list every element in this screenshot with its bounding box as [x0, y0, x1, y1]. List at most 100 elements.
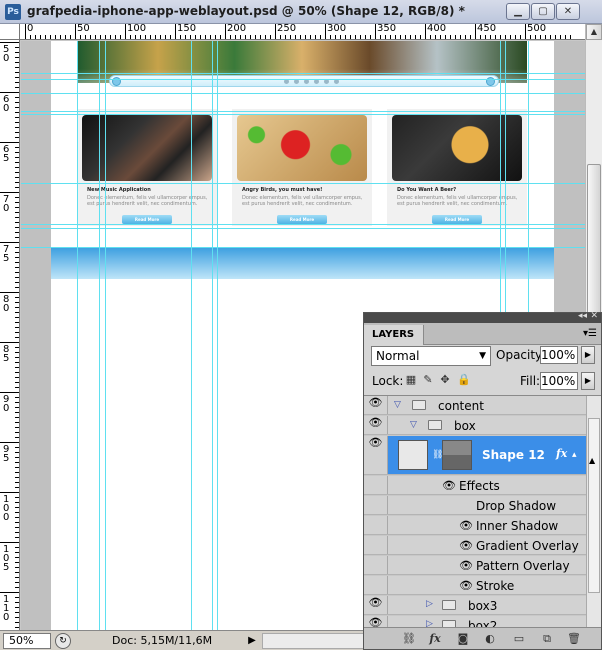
- blend-mode-select[interactable]: Normal ▼: [371, 346, 491, 366]
- new-group-icon[interactable]: ▭: [512, 632, 526, 646]
- new-layer-icon[interactable]: ⧉: [540, 632, 554, 646]
- close-button[interactable]: ✕: [556, 3, 580, 20]
- layer-group-box[interactable]: 👁 ▽ box: [364, 416, 586, 435]
- ruler-minor-tick: [15, 62, 19, 63]
- guide[interactable]: [21, 224, 585, 225]
- collapse-effects-icon[interactable]: ▴: [572, 450, 577, 460]
- effects-eye-icon[interactable]: 👁: [442, 479, 456, 492]
- ruler-minor-tick: [200, 35, 201, 39]
- effect-eye-icon[interactable]: 👁: [459, 559, 473, 572]
- eye-icon[interactable]: 👁: [364, 436, 388, 474]
- eye-icon[interactable]: [364, 516, 388, 534]
- eye-icon[interactable]: 👁: [364, 396, 388, 414]
- effect-row[interactable]: Drop Shadow: [364, 496, 586, 515]
- add-mask-icon[interactable]: ◙: [456, 632, 470, 646]
- layers-scrollbar[interactable]: ▲: [586, 396, 601, 627]
- guide[interactable]: [21, 114, 585, 115]
- status-menu-arrow-icon[interactable]: ▶: [246, 634, 258, 648]
- fx-icon[interactable]: fx: [556, 447, 567, 460]
- fill-input[interactable]: 100%: [540, 372, 578, 390]
- effect-eye-icon[interactable]: 👁: [459, 539, 473, 552]
- panel-close-icon[interactable]: ✕: [590, 311, 598, 321]
- scroll-thumb[interactable]: [587, 164, 601, 314]
- ruler-minor-tick: [15, 72, 19, 73]
- effect-row[interactable]: 👁 Inner Shadow: [364, 516, 586, 535]
- opacity-input[interactable]: 100%: [540, 346, 578, 364]
- eye-icon[interactable]: [364, 576, 388, 594]
- guide[interactable]: [21, 73, 585, 74]
- ruler-minor-tick: [55, 35, 56, 39]
- effect-eye-icon[interactable]: 👁: [459, 519, 473, 532]
- opacity-slider-button[interactable]: ▶: [581, 346, 595, 364]
- effect-row[interactable]: 👁 Gradient Overlay: [364, 536, 586, 555]
- guide[interactable]: [191, 41, 192, 630]
- ruler-label: 85: [3, 344, 10, 364]
- lock-transparency-icon[interactable]: ▦: [405, 374, 417, 386]
- expand-triangle-icon[interactable]: ▷: [426, 599, 433, 609]
- eye-icon[interactable]: [364, 536, 388, 554]
- ruler-minor-tick: [15, 162, 19, 163]
- link-layers-icon[interactable]: ⛓: [402, 632, 416, 646]
- add-layer-style-icon[interactable]: fx: [428, 632, 442, 646]
- guide[interactable]: [105, 41, 106, 630]
- adjustment-layer-icon[interactable]: ◐: [483, 632, 497, 646]
- ruler-tick: [0, 192, 19, 193]
- effect-eye-icon[interactable]: 👁: [459, 579, 473, 592]
- expand-triangle-icon[interactable]: ▽: [394, 400, 401, 410]
- horizontal-scrollbar[interactable]: [262, 633, 366, 649]
- delete-layer-icon[interactable]: 🗑: [567, 632, 581, 646]
- horizontal-ruler[interactable]: 0 50 100 150 200 250 300 350 400 450 500: [20, 24, 590, 40]
- guide[interactable]: [21, 228, 585, 229]
- guide[interactable]: [212, 41, 213, 630]
- lock-position-icon[interactable]: ✥: [439, 374, 451, 386]
- scroll-thumb[interactable]: [588, 418, 600, 593]
- ruler-tick: [0, 92, 19, 93]
- eye-icon[interactable]: [364, 496, 388, 514]
- layer-shape-12[interactable]: 👁 ⛓ Shape 12 fx ▴: [364, 436, 586, 475]
- scroll-up-icon[interactable]: ▲: [589, 456, 595, 465]
- zoom-icon[interactable]: ↻: [55, 633, 71, 649]
- ruler-tick: [0, 142, 19, 143]
- layer-group-box2[interactable]: 👁 ▷ box2: [364, 616, 586, 627]
- expand-triangle-icon[interactable]: ▷: [426, 619, 433, 627]
- panel-menu-icon[interactable]: ▾☰: [583, 328, 597, 339]
- ruler-minor-tick: [300, 35, 301, 39]
- guide[interactable]: [21, 247, 585, 248]
- expand-triangle-icon[interactable]: ▽: [410, 420, 417, 430]
- lock-all-icon[interactable]: 🔒: [457, 374, 471, 386]
- tab-layers[interactable]: LAYERS: [364, 325, 424, 345]
- minimize-button[interactable]: ▁: [506, 3, 530, 20]
- eye-icon[interactable]: 👁: [364, 416, 388, 434]
- vertical-ruler[interactable]: 50 60 65 70 75 80 85 90 95 100 105 110: [0, 40, 20, 630]
- eye-icon[interactable]: [364, 556, 388, 574]
- photoshop-icon: Ps: [5, 4, 21, 20]
- layer-group-content[interactable]: 👁 ▽ content: [364, 396, 586, 415]
- guide[interactable]: [99, 41, 100, 630]
- eye-icon[interactable]: 👁: [364, 596, 388, 614]
- guide[interactable]: [21, 93, 585, 94]
- effects-row[interactable]: 👁 Effects: [364, 476, 586, 495]
- guide[interactable]: [21, 79, 585, 80]
- ruler-minor-tick: [15, 112, 19, 113]
- guide[interactable]: [217, 41, 218, 630]
- effect-row[interactable]: 👁 Pattern Overlay: [364, 556, 586, 575]
- fill-slider-button[interactable]: ▶: [581, 372, 595, 390]
- ruler-minor-tick: [15, 267, 19, 268]
- guide[interactable]: [21, 111, 585, 112]
- scroll-up-icon[interactable]: ▲: [586, 24, 602, 40]
- guide[interactable]: [77, 41, 78, 630]
- ruler-minor-tick: [15, 287, 19, 288]
- guide[interactable]: [21, 183, 585, 184]
- eye-icon[interactable]: 👁: [364, 616, 388, 627]
- eye-icon[interactable]: [364, 476, 388, 494]
- ruler-minor-tick: [430, 35, 431, 39]
- zoom-input[interactable]: 50%: [3, 633, 51, 649]
- collapse-icon[interactable]: ◂◂: [578, 311, 587, 321]
- lock-image-icon[interactable]: ✎: [422, 374, 434, 386]
- effect-row[interactable]: 👁 Stroke: [364, 576, 586, 595]
- maximize-button[interactable]: ▢: [531, 3, 555, 20]
- ruler-minor-tick: [505, 35, 506, 39]
- layer-group-box3[interactable]: 👁 ▷ box3: [364, 596, 586, 615]
- card-body: Donec elementum, felis vel ullamcorper e…: [397, 195, 518, 207]
- ruler-tick: [0, 492, 19, 493]
